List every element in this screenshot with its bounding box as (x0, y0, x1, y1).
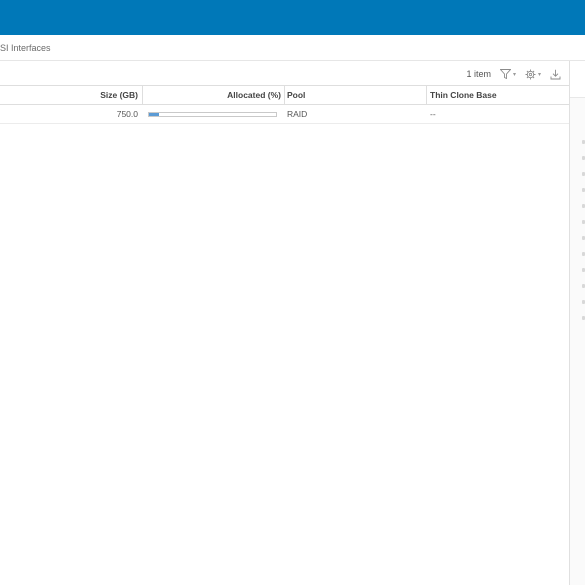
thin-clone-base-cell: -- (430, 109, 436, 119)
table-toolbar: 1 item ▾ ▾ (466, 66, 561, 82)
column-header-allocated[interactable]: Allocated (%) (143, 86, 281, 104)
filter-icon (499, 69, 511, 79)
item-count: 1 item (466, 69, 491, 79)
pool-cell: RAID (287, 109, 308, 119)
right-rail-header (570, 61, 585, 98)
column-header-size[interactable]: Size (GB) (0, 86, 138, 104)
main-panel (0, 61, 570, 585)
table-row[interactable]: 750.0 RAID -- (0, 105, 569, 124)
column-divider[interactable] (284, 86, 285, 104)
allocation-progress-bar (148, 112, 277, 117)
size-cell: 750.0 (116, 109, 138, 119)
settings-button[interactable]: ▾ (525, 69, 541, 80)
table-header-row: Size (GB) Allocated (%) Pool Thin Clone … (0, 85, 569, 105)
column-header-thin-clone-base[interactable]: Thin Clone Base (430, 86, 560, 104)
data-table: Size (GB) Allocated (%) Pool Thin Clone … (0, 85, 569, 124)
top-banner (0, 0, 585, 35)
chevron-down-icon: ▾ (512, 71, 516, 78)
breadcrumb[interactable]: SI Interfaces (0, 41, 51, 55)
gear-icon (525, 69, 536, 79)
right-rail (570, 61, 585, 585)
column-divider[interactable] (426, 86, 427, 104)
filter-button[interactable]: ▾ (499, 69, 516, 79)
breadcrumb-label[interactable]: SI Interfaces (0, 43, 51, 53)
chevron-down-icon: ▾ (537, 71, 541, 78)
allocation-progress-fill (149, 113, 160, 116)
export-button[interactable] (550, 69, 561, 80)
column-header-pool[interactable]: Pool (287, 86, 425, 104)
download-icon (550, 69, 561, 79)
